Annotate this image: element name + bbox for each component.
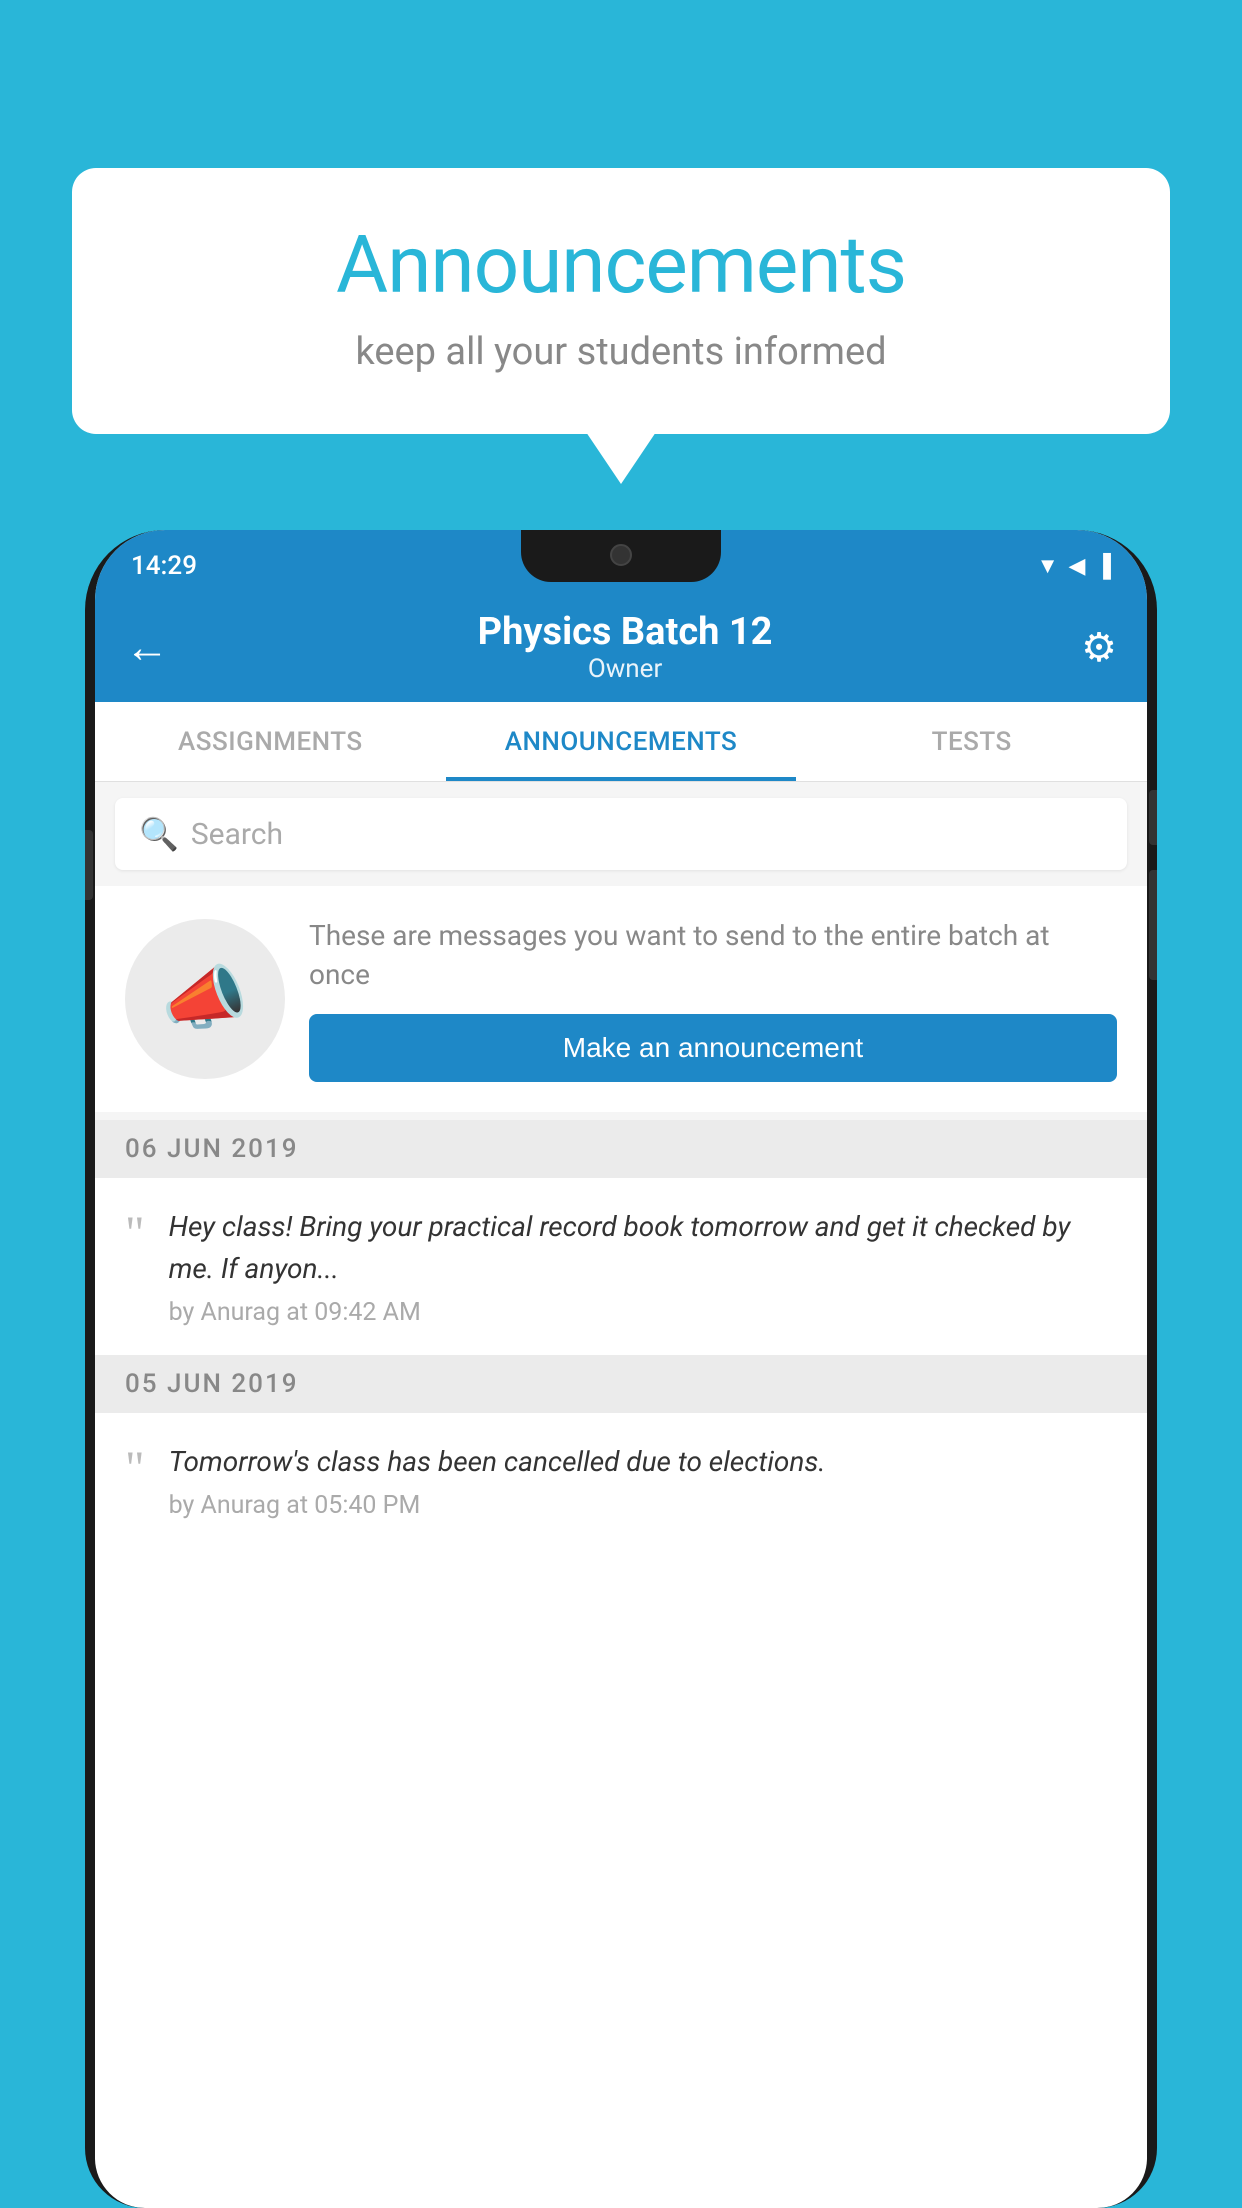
tab-tests[interactable]: TESTS <box>796 702 1147 781</box>
quote-icon-2: " <box>125 1445 145 1493</box>
date-divider-june5: 05 JUN 2019 <box>95 1355 1147 1413</box>
app-header: ← Physics Batch 12 Owner ⚙ <box>95 592 1147 702</box>
announcement-item-2[interactable]: " Tomorrow's class has been cancelled du… <box>95 1413 1147 1548</box>
announcement-meta-1: by Anurag at 09:42 AM <box>169 1298 1117 1327</box>
phone-screen: 14:29 ▼ ◀ ▐ ← Physics Batch 12 Owner ⚙ A… <box>95 530 1147 2208</box>
promo-icon-circle: 📣 <box>125 919 285 1079</box>
power-button-top <box>1149 790 1157 845</box>
make-announcement-button[interactable]: Make an announcement <box>309 1014 1117 1082</box>
announcement-meta-2: by Anurag at 05:40 PM <box>169 1491 1117 1520</box>
power-button-bottom <box>1149 870 1157 980</box>
back-button[interactable]: ← <box>125 625 169 669</box>
status-icons: ▼ ◀ ▐ <box>1037 553 1111 579</box>
wifi-icon: ▼ <box>1037 553 1059 579</box>
tab-bar: ASSIGNMENTS ANNOUNCEMENTS TESTS <box>95 702 1147 782</box>
tab-assignments[interactable]: ASSIGNMENTS <box>95 702 446 781</box>
batch-title: Physics Batch 12 <box>478 610 773 654</box>
settings-button[interactable]: ⚙ <box>1081 624 1117 671</box>
announcement-text-2: Tomorrow's class has been cancelled due … <box>169 1441 1117 1483</box>
announcement-promo: 📣 These are messages you want to send to… <box>95 886 1147 1112</box>
status-time: 14:29 <box>131 551 197 581</box>
content-area: 🔍 Search 📣 These are messages you want t… <box>95 782 1147 1548</box>
bubble-subtitle: keep all your students informed <box>132 330 1110 374</box>
front-camera <box>610 544 632 566</box>
date-divider-june6: 06 JUN 2019 <box>95 1120 1147 1178</box>
search-bar[interactable]: 🔍 Search <box>115 798 1127 870</box>
search-icon: 🔍 <box>139 815 179 853</box>
announcement-item-1[interactable]: " Hey class! Bring your practical record… <box>95 1178 1147 1355</box>
megaphone-icon: 📣 <box>161 958 248 1040</box>
phone-notch <box>521 530 721 582</box>
promo-description: These are messages you want to send to t… <box>309 916 1117 994</box>
tab-announcements[interactable]: ANNOUNCEMENTS <box>446 702 797 781</box>
battery-icon: ▐ <box>1095 553 1111 579</box>
owner-subtitle: Owner <box>478 654 773 684</box>
bubble-title: Announcements <box>132 218 1110 312</box>
promo-right: These are messages you want to send to t… <box>309 916 1117 1082</box>
quote-icon-1: " <box>125 1210 145 1258</box>
announcement-text-1: Hey class! Bring your practical record b… <box>169 1206 1117 1290</box>
search-placeholder: Search <box>191 817 283 852</box>
volume-button <box>85 830 93 900</box>
speech-bubble: Announcements keep all your students inf… <box>72 168 1170 434</box>
header-title-group: Physics Batch 12 Owner <box>478 610 773 684</box>
phone-frame: 14:29 ▼ ◀ ▐ ← Physics Batch 12 Owner ⚙ A… <box>85 530 1157 2208</box>
announcement-content-2: Tomorrow's class has been cancelled due … <box>169 1441 1117 1520</box>
signal-icon: ◀ <box>1068 554 1085 579</box>
announcement-content-1: Hey class! Bring your practical record b… <box>169 1206 1117 1327</box>
